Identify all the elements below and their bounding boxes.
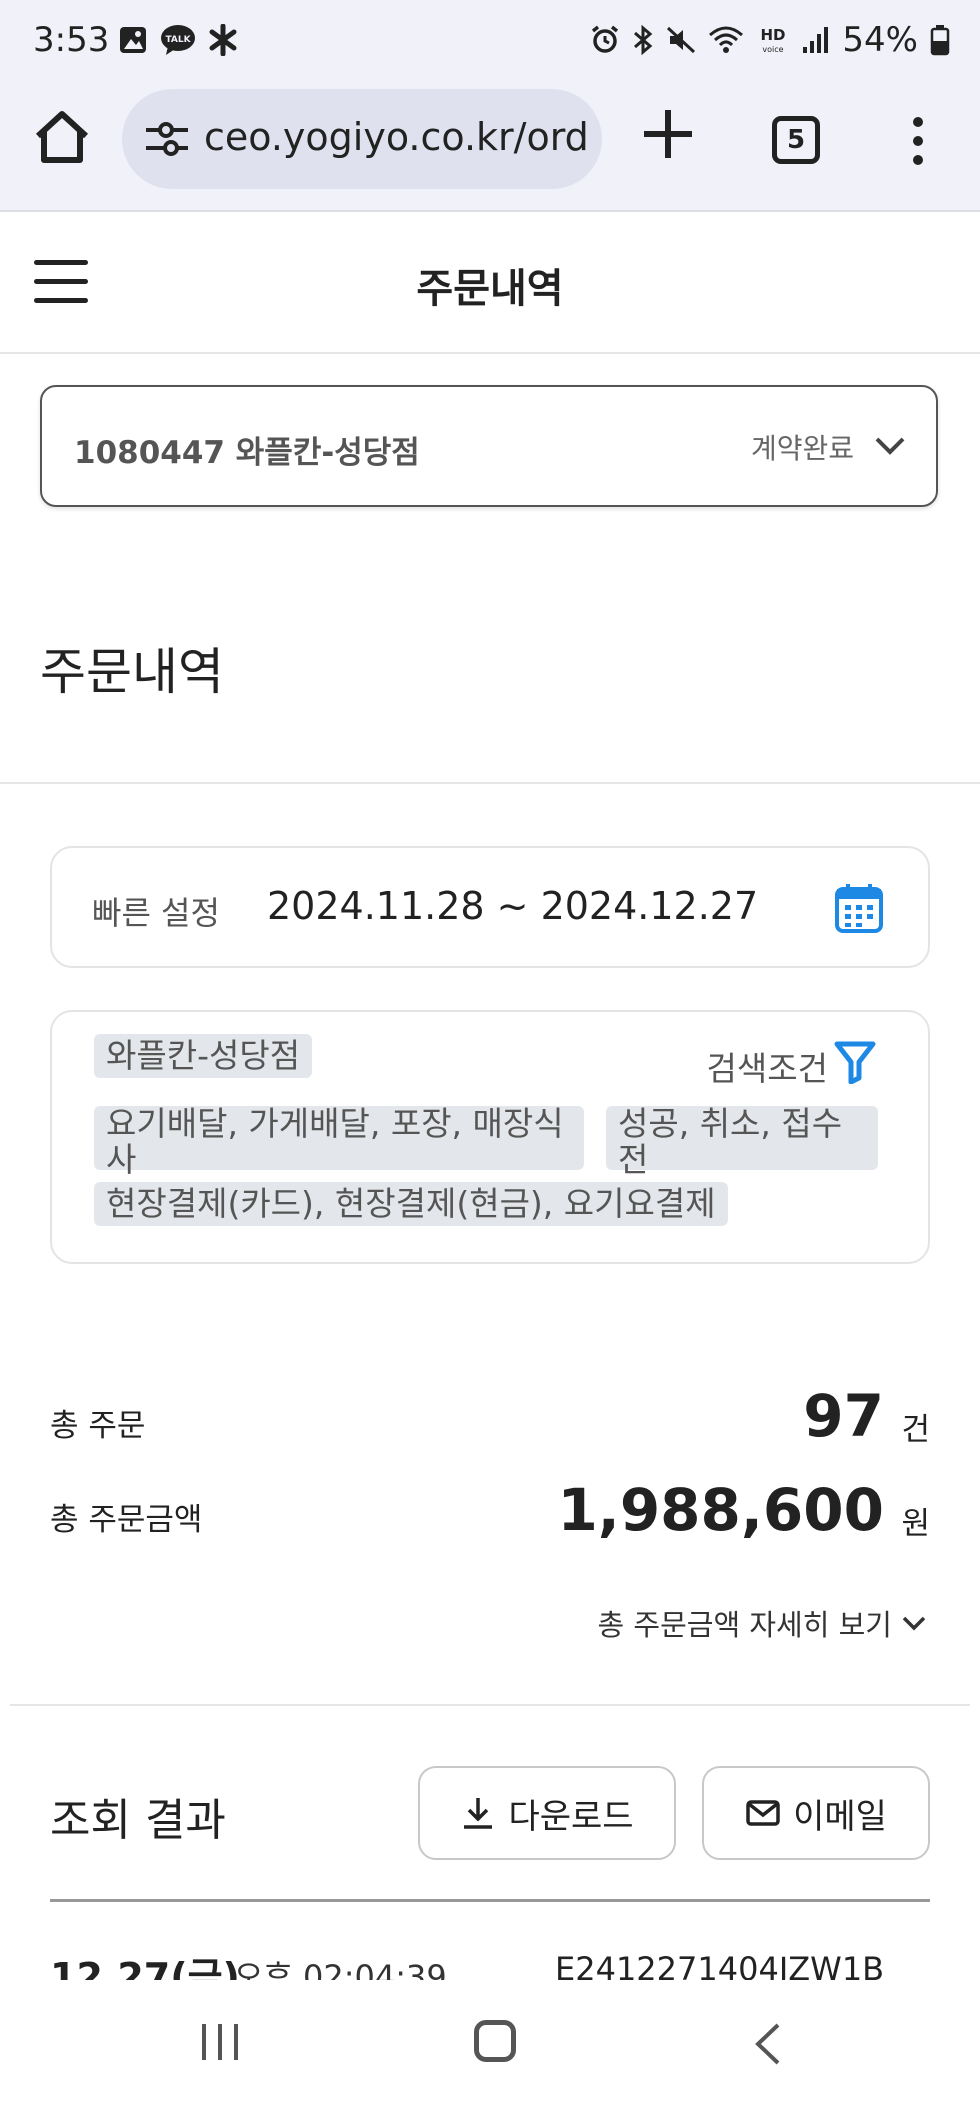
total-orders-value: 97: [803, 1382, 884, 1450]
total-orders-label: 총 주문: [50, 1408, 146, 1444]
battery-icon: [930, 25, 950, 56]
filter-tag-state: 성공, 취소, 접수전: [606, 1106, 878, 1178]
app-header: 주문내역: [0, 212, 980, 354]
chevron-down-icon: [875, 437, 905, 455]
status-left-icons: TALK: [118, 24, 238, 56]
pinwheel-icon: [209, 24, 237, 56]
total-amount-value: 1,988,600: [557, 1476, 884, 1544]
search-conditions-label[interactable]: 검색조건: [707, 1042, 828, 1090]
amount-detail-label: 총 주문금액 자세히 보기: [597, 1608, 892, 1642]
site-settings-icon[interactable]: [144, 119, 190, 159]
order-row[interactable]: 12.27(금) 오후 02:04:39 E2412271404JZW1B: [0, 1940, 980, 1980]
email-label: 이메일: [793, 1796, 887, 1837]
mute-icon: [667, 26, 696, 54]
divider: [0, 782, 980, 784]
store-name: 1080447 와플칸-성당점: [74, 435, 420, 471]
battery-percent: 54%: [842, 20, 918, 60]
mail-icon: [746, 1800, 780, 1826]
home-icon[interactable]: [32, 108, 92, 168]
svg-text:voice: voice: [763, 45, 784, 54]
order-date: 12.27(금): [50, 1955, 240, 1980]
bluetooth-icon: [634, 24, 653, 56]
results-title: 조회 결과: [50, 1795, 226, 1846]
svg-text:HD: HD: [761, 26, 786, 44]
svg-text:TALK: TALK: [165, 35, 191, 45]
divider: [10, 1704, 970, 1706]
gallery-icon: [120, 27, 146, 53]
amount-detail-link[interactable]: 총 주문금액 자세히 보기: [598, 1602, 926, 1644]
alarm-icon: [592, 25, 619, 53]
hd-voice-icon: HDvoice: [761, 26, 786, 54]
system-nav-bar: [0, 1980, 980, 2101]
total-amount-row: 총 주문금액 1,988,600 원: [50, 1476, 930, 1546]
talk-icon: TALK: [161, 25, 195, 55]
order-time: 오후 02:04:39: [234, 1958, 447, 1980]
more-menu-icon[interactable]: [900, 116, 936, 166]
filter-icon[interactable]: [834, 1040, 876, 1084]
section-title: 주문내역: [40, 643, 224, 701]
signal-icon: [803, 27, 829, 53]
status-bar: 3:53 TALK HD voice 54%: [0, 0, 980, 86]
filter-tag-store: 와플칸-성당점: [94, 1034, 313, 1078]
back-icon[interactable]: [752, 2022, 782, 2066]
divider: [50, 1899, 930, 1902]
wifi-icon: [709, 26, 744, 53]
tab-switcher-button[interactable]: 5: [772, 116, 820, 164]
filter-tag-payment: 현장결제(카드), 현장결제(현금), 요기요결제: [94, 1182, 728, 1226]
quick-setting-label[interactable]: 빠른 설정: [92, 888, 220, 934]
store-selector[interactable]: 1080447 와플칸-성당점 계약완료: [40, 385, 938, 507]
status-right-icons: HD voice 54%: [590, 20, 950, 60]
download-button[interactable]: 다운로드: [418, 1766, 676, 1860]
download-label: 다운로드: [508, 1796, 634, 1837]
new-tab-icon[interactable]: [640, 106, 696, 162]
email-button[interactable]: 이메일: [702, 1766, 930, 1860]
calendar-icon[interactable]: [834, 882, 884, 934]
total-amount-label: 총 주문금액: [50, 1502, 203, 1538]
date-range-text[interactable]: 2024.11.28 ~ 2024.12.27: [267, 884, 758, 928]
total-orders-row: 총 주문 97 건: [50, 1382, 930, 1452]
page-title: 주문내역: [416, 266, 564, 312]
order-id: E2412271404JZW1B: [555, 1950, 885, 1980]
search-conditions-card[interactable]: 와플칸-성당점 검색조건 요기배달, 가게배달, 포장, 매장식사 성공, 취소…: [50, 1010, 930, 1264]
home-button-icon[interactable]: [474, 2020, 516, 2062]
url-text[interactable]: ceo.yogiyo.co.kr/ord: [204, 115, 589, 159]
contract-status: 계약완료: [750, 432, 854, 465]
browser-toolbar: ceo.yogiyo.co.kr/ord 5: [0, 86, 980, 212]
address-bar[interactable]: ceo.yogiyo.co.kr/ord: [122, 89, 602, 189]
status-time: 3:53: [33, 20, 110, 60]
total-orders-unit: 건: [901, 1412, 930, 1448]
total-amount-unit: 원: [901, 1506, 930, 1542]
tab-count: 5: [786, 125, 806, 155]
chevron-down-icon: [902, 1616, 926, 1631]
date-range-picker[interactable]: 빠른 설정 2024.11.28 ~ 2024.12.27: [50, 846, 930, 968]
filter-tag-channel: 요기배달, 가게배달, 포장, 매장식사: [94, 1106, 584, 1178]
download-icon: [464, 1798, 493, 1829]
recent-apps-icon[interactable]: [198, 2022, 242, 2062]
